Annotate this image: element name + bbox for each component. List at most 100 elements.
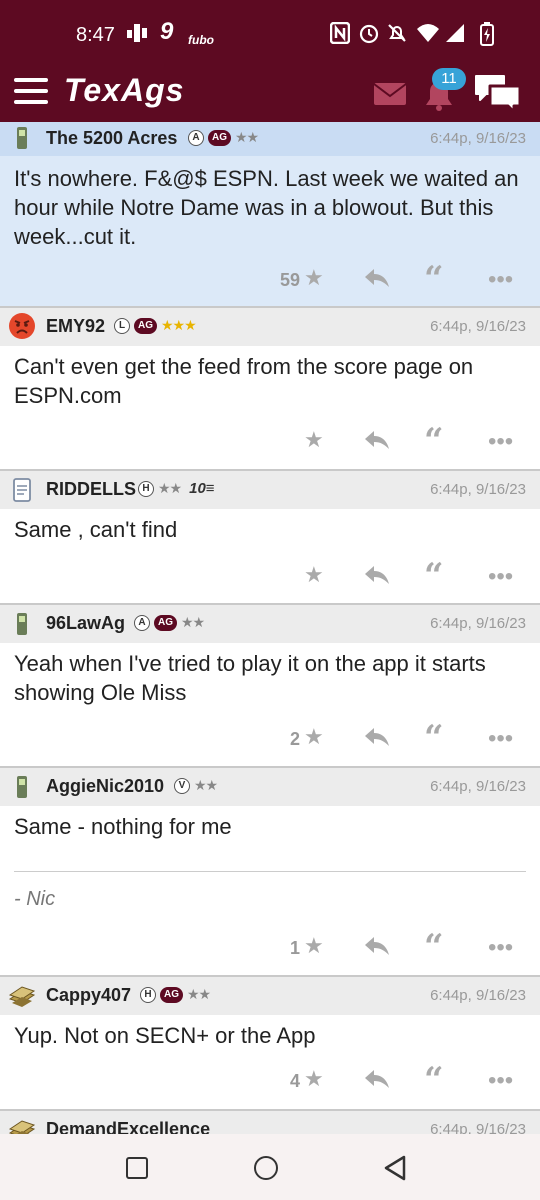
post-body: Same , can't find — [14, 517, 178, 542]
user-badges: L AG ★★★ — [114, 317, 197, 334]
badge-letter: A — [134, 614, 150, 631]
reply-icon[interactable] — [364, 1068, 390, 1090]
phone-icon — [17, 613, 27, 635]
battery-icon — [480, 22, 494, 52]
fubo-icon: fubo — [188, 33, 214, 47]
reply-icon[interactable] — [364, 267, 390, 289]
status-time: 8:47 — [76, 24, 115, 46]
post-timestamp: 6:44p, 9/16/23 — [430, 318, 526, 335]
more-icon[interactable]: ••• — [488, 266, 513, 294]
star-count: 59 — [279, 270, 300, 290]
rank-stars: ★★ — [194, 777, 218, 793]
badge-ag: AG — [208, 129, 231, 146]
post-body: Yup. Not on SECN+ or the App — [14, 1023, 316, 1048]
home-button[interactable] — [254, 1156, 278, 1180]
more-icon[interactable]: ••• — [488, 725, 513, 753]
mail-icon[interactable] — [373, 82, 407, 106]
reply-icon[interactable] — [364, 564, 390, 586]
post: DemandExcellence 6:44p, 9/16/23 — [0, 1111, 540, 1134]
post: Cappy407 H AG ★★ 6:44p, 9/16/23 Yup. Not… — [0, 977, 540, 1111]
username[interactable]: DemandExcellence — [46, 1119, 210, 1134]
post: RIDDELLS H ★★ 10≡ 6:44p, 9/16/23 Same , … — [0, 471, 540, 605]
rank-stars: ★★ — [181, 614, 205, 630]
post: 96LawAg A AG ★★ 6:44p, 9/16/23 Yeah when… — [0, 605, 540, 768]
badge-ag: AG — [154, 614, 177, 631]
star-icon[interactable]: ★ — [304, 725, 324, 749]
chat-icon[interactable] — [474, 72, 522, 114]
user-badges: A AG ★★ — [188, 129, 259, 146]
post-timestamp: 6:44p, 9/16/23 — [430, 130, 526, 147]
post-header: RIDDELLS H ★★ 10≡ 6:44p, 9/16/23 — [0, 471, 540, 509]
badge-ag: AG — [160, 986, 183, 1003]
post-header: Cappy407 H AG ★★ 6:44p, 9/16/23 — [0, 977, 540, 1015]
reply-icon[interactable] — [364, 935, 390, 957]
post-timestamp: 6:44p, 9/16/23 — [430, 615, 526, 632]
star-icon[interactable]: ★ — [304, 1067, 324, 1091]
angry-face-icon — [9, 313, 35, 339]
more-icon[interactable]: ••• — [488, 563, 513, 591]
user-badges: H ★★ 10≡ — [138, 480, 215, 497]
user-badges: V ★★ — [174, 777, 218, 794]
quote-icon[interactable]: “ — [424, 930, 444, 964]
post-actions: ★ “ ••• — [0, 547, 540, 605]
post-header: 96LawAg A AG ★★ 6:44p, 9/16/23 — [0, 605, 540, 643]
rank-stars: ★★ — [187, 986, 211, 1002]
quote-icon[interactable]: “ — [424, 262, 444, 296]
recents-button[interactable] — [126, 1157, 148, 1179]
mute-icon — [386, 22, 408, 50]
post-actions: 59 ★ “ ••• — [0, 250, 540, 308]
star-icon[interactable]: ★ — [304, 266, 324, 290]
username[interactable]: RIDDELLS — [46, 479, 136, 500]
post-actions: 4 ★ “ ••• — [0, 1051, 540, 1109]
quote-icon[interactable]: “ — [424, 559, 444, 593]
post: AggieNic2010 V ★★ 6:44p, 9/16/23 Same - … — [0, 768, 540, 977]
reply-icon[interactable] — [364, 726, 390, 748]
star-icon[interactable]: ★ — [304, 428, 324, 452]
post-header: AggieNic2010 V ★★ 6:44p, 9/16/23 — [0, 768, 540, 806]
rank-stars: ★★ — [158, 480, 182, 496]
back-button[interactable] — [382, 1154, 408, 1182]
system-nav-bar — [0, 1134, 540, 1200]
post-actions: ★ “ ••• — [0, 412, 540, 470]
wifi-icon — [416, 22, 440, 50]
phone-icon — [17, 127, 27, 149]
cell-signal-icon — [444, 22, 466, 50]
post-timestamp: 6:44p, 9/16/23 — [430, 987, 526, 1004]
post-body: Can't even get the feed from the score p… — [14, 354, 474, 408]
username[interactable]: AggieNic2010 — [46, 776, 164, 797]
badge-ag: AG — [134, 317, 157, 334]
post-body: Yeah when I've tried to play it on the a… — [14, 651, 486, 705]
reply-icon[interactable] — [364, 429, 390, 451]
post-header: EMY92 L AG ★★★ 6:44p, 9/16/23 — [0, 308, 540, 346]
user-badges: A AG ★★ — [134, 614, 205, 631]
more-icon[interactable]: ••• — [488, 428, 513, 456]
username[interactable]: 96LawAg — [46, 613, 125, 634]
username[interactable]: EMY92 — [46, 316, 105, 337]
menu-icon[interactable] — [14, 78, 48, 104]
star-icon[interactable]: ★ — [304, 563, 324, 587]
username[interactable]: The 5200 Acres — [46, 128, 177, 149]
star-count: 2 — [289, 729, 300, 749]
top-bar: 8:47 9 fubo TexAgs — [0, 0, 540, 122]
post: The 5200 Acres A AG ★★ 6:44p, 9/16/23 It… — [0, 122, 540, 308]
quote-icon[interactable]: “ — [424, 721, 444, 755]
money-stack-icon — [8, 1120, 36, 1134]
texags-logo[interactable]: TexAgs — [64, 72, 184, 109]
post-timestamp: 6:44p, 9/16/23 — [430, 481, 526, 498]
more-icon[interactable]: ••• — [488, 1067, 513, 1095]
alarm-icon — [358, 22, 380, 50]
username[interactable]: Cappy407 — [46, 985, 131, 1006]
post: EMY92 L AG ★★★ 6:44p, 9/16/23 Can't even… — [0, 308, 540, 471]
ten-x-badge: 10≡ — [189, 480, 215, 497]
rank-stars: ★★ — [235, 129, 259, 145]
more-icon[interactable]: ••• — [488, 934, 513, 962]
badge-letter: V — [174, 777, 190, 794]
badge-letter: H — [138, 480, 154, 497]
star-icon[interactable]: ★ — [304, 934, 324, 958]
quote-icon[interactable]: “ — [424, 1063, 444, 1097]
quote-icon[interactable]: “ — [424, 424, 444, 458]
post-timestamp: 6:44p, 9/16/23 — [430, 778, 526, 795]
post-feed[interactable]: The 5200 Acres A AG ★★ 6:44p, 9/16/23 It… — [0, 122, 540, 1134]
status-bar: 8:47 9 fubo — [0, 0, 540, 72]
phone-icon — [17, 776, 27, 798]
